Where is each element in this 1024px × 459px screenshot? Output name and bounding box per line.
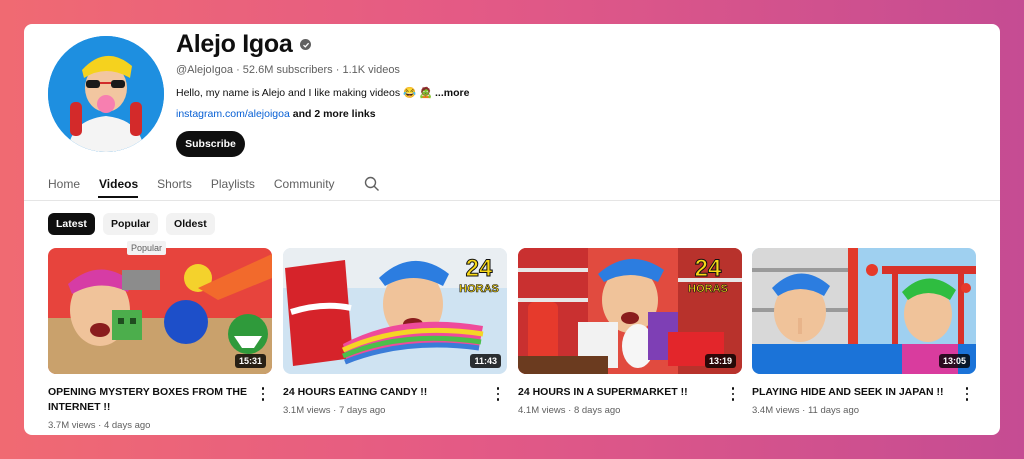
- video-card[interactable]: 24 HORAS 11:43 24 HOURS EATING CANDY !! …: [283, 248, 507, 416]
- video-age: 4 days ago: [103, 420, 151, 431]
- video-card[interactable]: 24 HORAS 13:19 24 HOURS IN A SUPERMARKET…: [518, 248, 742, 416]
- video-thumbnail[interactable]: 24 HORAS 13:19: [518, 248, 742, 374]
- verified-icon: [300, 39, 312, 50]
- video-meta: 3.4M views · 11 days ago: [752, 405, 860, 416]
- instagram-link[interactable]: instagram.com/alejoigoa: [176, 108, 290, 120]
- video-duration: 11:43: [470, 354, 501, 368]
- tooltip: Popular: [127, 241, 167, 255]
- video-views: 3.4M views: [752, 405, 800, 416]
- channel-name: Alejo Igoa: [176, 30, 312, 59]
- video-views: 4.1M views: [518, 405, 566, 416]
- more-links[interactable]: and 2 more links: [290, 108, 376, 120]
- video-thumbnail[interactable]: 13:05: [752, 248, 976, 374]
- video-title[interactable]: PLAYING HIDE AND SEEK IN JAPAN !!: [752, 385, 952, 400]
- chip-oldest[interactable]: Oldest: [166, 213, 215, 235]
- video-card[interactable]: Popular 15:31 OPENING MYSTERY BOXES FROM…: [48, 241, 272, 431]
- tab-shorts[interactable]: Shorts: [157, 177, 192, 191]
- video-thumbnail[interactable]: 15:31: [48, 248, 272, 374]
- tab-home[interactable]: Home: [48, 177, 80, 191]
- channel-meta: @AlejoIgoa · 52.6M subscribers · 1.1K vi…: [176, 64, 400, 76]
- svg-text:24: 24: [695, 255, 722, 282]
- search-icon[interactable]: [364, 176, 380, 192]
- video-views: 3.7M views: [48, 420, 96, 431]
- channel-description[interactable]: Hello, my name is Alejo and I like makin…: [176, 86, 469, 99]
- video-age: 11 days ago: [807, 405, 860, 416]
- video-meta: 4.1M views · 8 days ago: [518, 405, 621, 416]
- thumbnail-text: 24: [466, 255, 493, 282]
- description-more-link[interactable]: ...more: [435, 87, 469, 99]
- tabs-divider: [24, 200, 1000, 201]
- chip-latest[interactable]: Latest: [48, 213, 95, 235]
- more-options-icon[interactable]: [258, 387, 268, 401]
- tab-playlists[interactable]: Playlists: [211, 177, 255, 191]
- video-title[interactable]: OPENING MYSTERY BOXES FROM THE INTERNET …: [48, 385, 248, 415]
- more-options-icon[interactable]: [962, 387, 972, 401]
- channel-avatar[interactable]: [48, 36, 164, 152]
- video-duration: 13:19: [704, 354, 736, 368]
- description-text: Hello, my name is Alejo and I like makin…: [176, 87, 433, 99]
- channel-card: Alejo Igoa @AlejoIgoa · 52.6M subscriber…: [24, 24, 1000, 435]
- tab-videos[interactable]: Videos: [99, 177, 138, 191]
- avatar-image: [48, 36, 164, 152]
- video-title[interactable]: 24 HOURS EATING CANDY !!: [283, 385, 483, 400]
- video-title[interactable]: 24 HOURS IN A SUPERMARKET !!: [518, 385, 718, 400]
- svg-text:HORAS: HORAS: [688, 283, 728, 295]
- video-duration: 13:05: [938, 354, 970, 368]
- channel-title: Alejo Igoa: [176, 30, 293, 58]
- tab-community[interactable]: Community: [274, 177, 335, 191]
- video-card[interactable]: 13:05 PLAYING HIDE AND SEEK IN JAPAN !! …: [752, 248, 976, 416]
- more-options-icon[interactable]: [493, 387, 503, 401]
- chip-popular[interactable]: Popular: [102, 213, 159, 235]
- sort-chips: Latest Popular Oldest: [48, 213, 215, 235]
- channel-tabs: Home Videos Shorts Playlists Community: [48, 174, 380, 194]
- video-views: 3.1M views: [283, 405, 331, 416]
- video-age: 7 days ago: [338, 405, 386, 416]
- video-duration: 15:31: [234, 354, 266, 368]
- svg-text:HORAS: HORAS: [459, 283, 499, 295]
- channel-links: instagram.com/alejoigoa and 2 more links: [176, 108, 376, 120]
- video-meta: 3.1M views · 7 days ago: [283, 405, 386, 416]
- video-thumbnail[interactable]: 24 HORAS 11:43: [283, 248, 507, 374]
- video-age: 8 days ago: [573, 405, 621, 416]
- video-meta: 3.7M views · 4 days ago: [48, 420, 151, 431]
- more-options-icon[interactable]: [728, 387, 738, 401]
- subscribe-button[interactable]: Subscribe: [176, 131, 245, 157]
- active-tab-indicator: [98, 196, 138, 198]
